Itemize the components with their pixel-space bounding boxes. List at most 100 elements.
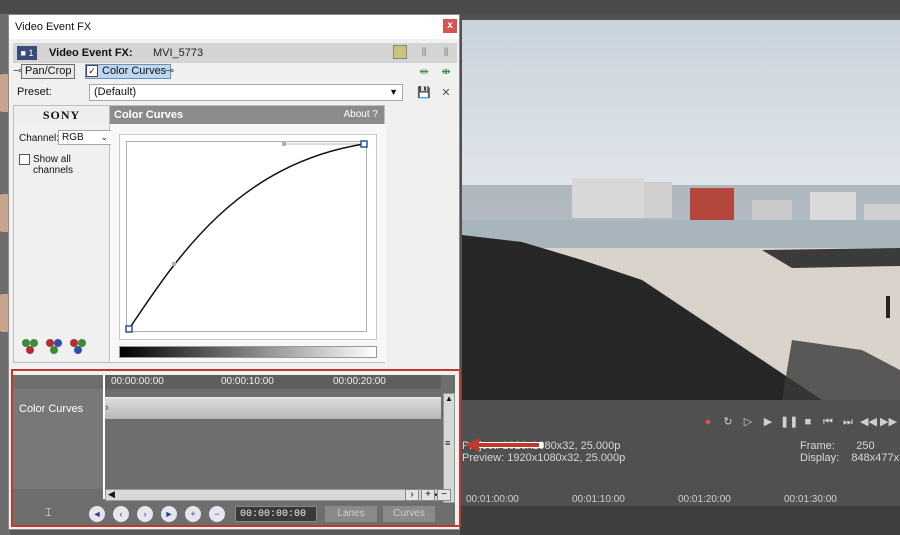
play-icon[interactable]: ▶ xyxy=(760,414,776,430)
show-all-channels-checkbox[interactable] xyxy=(19,154,30,165)
scroll-left-icon[interactable]: ◀ xyxy=(108,489,115,500)
lanes-button[interactable]: Lanes xyxy=(325,506,377,522)
prev-keyframe-icon[interactable]: ‹ xyxy=(113,506,129,522)
close-button[interactable]: x xyxy=(443,19,457,33)
playhead[interactable] xyxy=(103,375,105,499)
display-value: 848x477x32 xyxy=(851,452,900,464)
preset-row: Preset: (Default) ▼ 💾 ✕ xyxy=(13,83,457,103)
preset-label: Preset: xyxy=(17,86,52,98)
video-event-fx-dialog: Video Event FX x ■ 1 Video Event FX: MVI… xyxy=(8,14,461,530)
zoom-out-button[interactable]: − xyxy=(437,489,451,501)
keyframe-toolbar: ⌶ ◄ ‹ › ► + − 00:00:00:00 Lanes Curves xyxy=(13,503,455,525)
annotation-arrow-icon xyxy=(465,438,543,452)
preset-dropdown[interactable]: (Default) ▼ xyxy=(89,84,403,101)
rbg-preset-icon[interactable] xyxy=(44,338,64,354)
rgb-preset-icon[interactable] xyxy=(20,338,40,354)
host-timeline-ruler[interactable]: 00:01:00:00 00:01:10:00 00:01:20:00 00:0… xyxy=(460,492,900,506)
ruler-tick: 00:00:00:00 xyxy=(111,376,164,387)
curve-point-start[interactable] xyxy=(125,325,133,333)
frame-label: Frame: xyxy=(800,440,835,452)
dialog-titlebar[interactable]: Video Event FX x xyxy=(9,15,459,39)
timeline-tick: 00:01:10:00 xyxy=(572,494,625,505)
scroll-right-button[interactable]: › xyxy=(405,489,419,501)
pause-icon[interactable]: ❚❚ xyxy=(780,414,798,430)
clip-name: MVI_5773 xyxy=(153,47,204,59)
preview-line: Preview: 1920x1080x32, 25.000p xyxy=(462,452,626,464)
timeline-tick: 00:01:20:00 xyxy=(678,494,731,505)
fx-header: ■ 1 Video Event FX: MVI_5773 ⦀ ⦀ xyxy=(13,43,457,63)
video-preview xyxy=(462,20,900,400)
curves-button[interactable]: Curves xyxy=(383,506,435,522)
ruler-tick: 00:00:20:00 xyxy=(333,376,386,387)
scroll-grip-icon[interactable]: ≡ xyxy=(445,438,450,448)
split-view-icon[interactable]: ⦀ xyxy=(417,46,431,60)
curve-graph[interactable] xyxy=(119,134,377,340)
delete-preset-icon[interactable]: ✕ xyxy=(439,86,453,100)
keyframe-time-field[interactable]: 00:00:00:00 xyxy=(235,506,317,522)
frame-value: 250 xyxy=(856,440,875,452)
about-link[interactable]: About ? xyxy=(344,106,378,124)
horizontal-scrollbar[interactable]: ◀ ▶ xyxy=(105,489,441,501)
channel-dropdown[interactable]: RGB ⌄ xyxy=(58,130,112,145)
fx-label: Video Event FX: xyxy=(49,47,133,59)
zoom-in-button[interactable]: + xyxy=(421,489,435,501)
bypass-button[interactable] xyxy=(393,45,407,59)
keyframe-track-label: Color Curves xyxy=(19,403,84,415)
remove-plugin-icon[interactable]: ⇼ xyxy=(439,65,453,79)
curve-editor[interactable] xyxy=(111,124,386,362)
forward-icon[interactable]: ▶▶ xyxy=(880,414,897,430)
dialog-title: Video Event FX xyxy=(15,21,92,33)
plugin-header: Color Curves About ? xyxy=(110,106,384,124)
rgb-invert-preset-icon[interactable] xyxy=(68,338,88,354)
play-from-start-icon[interactable]: ▷ xyxy=(740,414,756,430)
keyframe-marker-icon[interactable]: › xyxy=(105,402,109,414)
show-all-channels-label: Show all channels xyxy=(33,154,74,176)
tangent-handle-high[interactable] xyxy=(282,142,286,146)
chevron-down-icon: ⌄ xyxy=(100,132,108,142)
last-keyframe-icon[interactable]: ► xyxy=(161,506,177,522)
transport-controls: ● ↻ ▷ ▶ ❚❚ ■ ⏮ ⏭ ◀◀ ▶▶ xyxy=(700,414,897,434)
sync-cursor-icon[interactable]: ⌶ xyxy=(45,507,59,521)
add-keyframe-icon[interactable]: + xyxy=(185,506,201,522)
preset-value: (Default) xyxy=(94,86,137,98)
ruler-tick: 00:00:10:00 xyxy=(221,376,274,387)
channel-value: RGB xyxy=(62,132,84,143)
plugin-chain-icon[interactable]: ⇹ xyxy=(417,65,431,79)
keyframe-ruler[interactable]: 00:00:00:00 00:00:10:00 00:00:20:00 xyxy=(105,375,441,389)
scroll-up-icon[interactable]: ▲ xyxy=(445,394,453,403)
record-icon[interactable]: ● xyxy=(700,414,716,430)
color-curves-plugin: SONY Color Curves About ? Channel: RGB ⌄… xyxy=(13,105,386,363)
host-toolbar xyxy=(0,0,900,14)
curve-point-end[interactable] xyxy=(360,140,368,148)
host-timeline-track[interactable] xyxy=(460,506,900,535)
channel-label: Channel: xyxy=(19,133,60,144)
rewind-icon[interactable]: ◀◀ xyxy=(860,414,877,430)
frame-info: Frame: 250 Display: 848x477x32 xyxy=(800,440,900,464)
fx-chain: ⊸ Pan/Crop Color Curves ✓ ⊸ ⇹ ⇼ xyxy=(13,63,457,81)
vertical-scrollbar[interactable]: ▲ ≡ ▼ xyxy=(443,393,455,503)
fx-track-icon: ■ 1 xyxy=(17,46,37,60)
save-preset-icon[interactable]: 💾 xyxy=(417,86,431,100)
stop-icon[interactable]: ■ xyxy=(800,414,816,430)
keyframe-timeline: 00:00:00:00 00:00:10:00 00:00:20:00 Colo… xyxy=(13,375,455,503)
fx-enable-checkbox[interactable]: ✓ xyxy=(86,65,98,77)
chain-end-icon: ⊸ xyxy=(165,65,175,77)
delete-keyframe-icon[interactable]: − xyxy=(209,506,225,522)
prev-frame-icon[interactable]: ⏮ xyxy=(820,414,836,430)
zoom-controls: › + − xyxy=(405,489,451,501)
sony-logo: SONY xyxy=(14,106,110,124)
next-keyframe-icon[interactable]: › xyxy=(137,506,153,522)
tangent-handle-low[interactable] xyxy=(172,262,176,266)
plugin-title: Color Curves xyxy=(114,109,184,121)
next-frame-icon[interactable]: ⏭ xyxy=(840,414,856,430)
timeline-tick: 00:01:00:00 xyxy=(466,494,519,505)
first-keyframe-icon[interactable]: ◄ xyxy=(89,506,105,522)
loop-icon[interactable]: ↻ xyxy=(720,414,736,430)
keyframe-track[interactable]: › xyxy=(103,397,441,419)
timeline-tick: 00:01:30:00 xyxy=(784,494,837,505)
chevron-down-icon: ▼ xyxy=(389,87,398,97)
grid-view-icon[interactable]: ⦀ xyxy=(439,46,453,60)
chain-item-pan-crop[interactable]: Pan/Crop xyxy=(21,64,76,79)
gradient-bar xyxy=(119,346,377,358)
plugin-settings: Channel: RGB ⌄ Show all channels xyxy=(14,124,112,362)
